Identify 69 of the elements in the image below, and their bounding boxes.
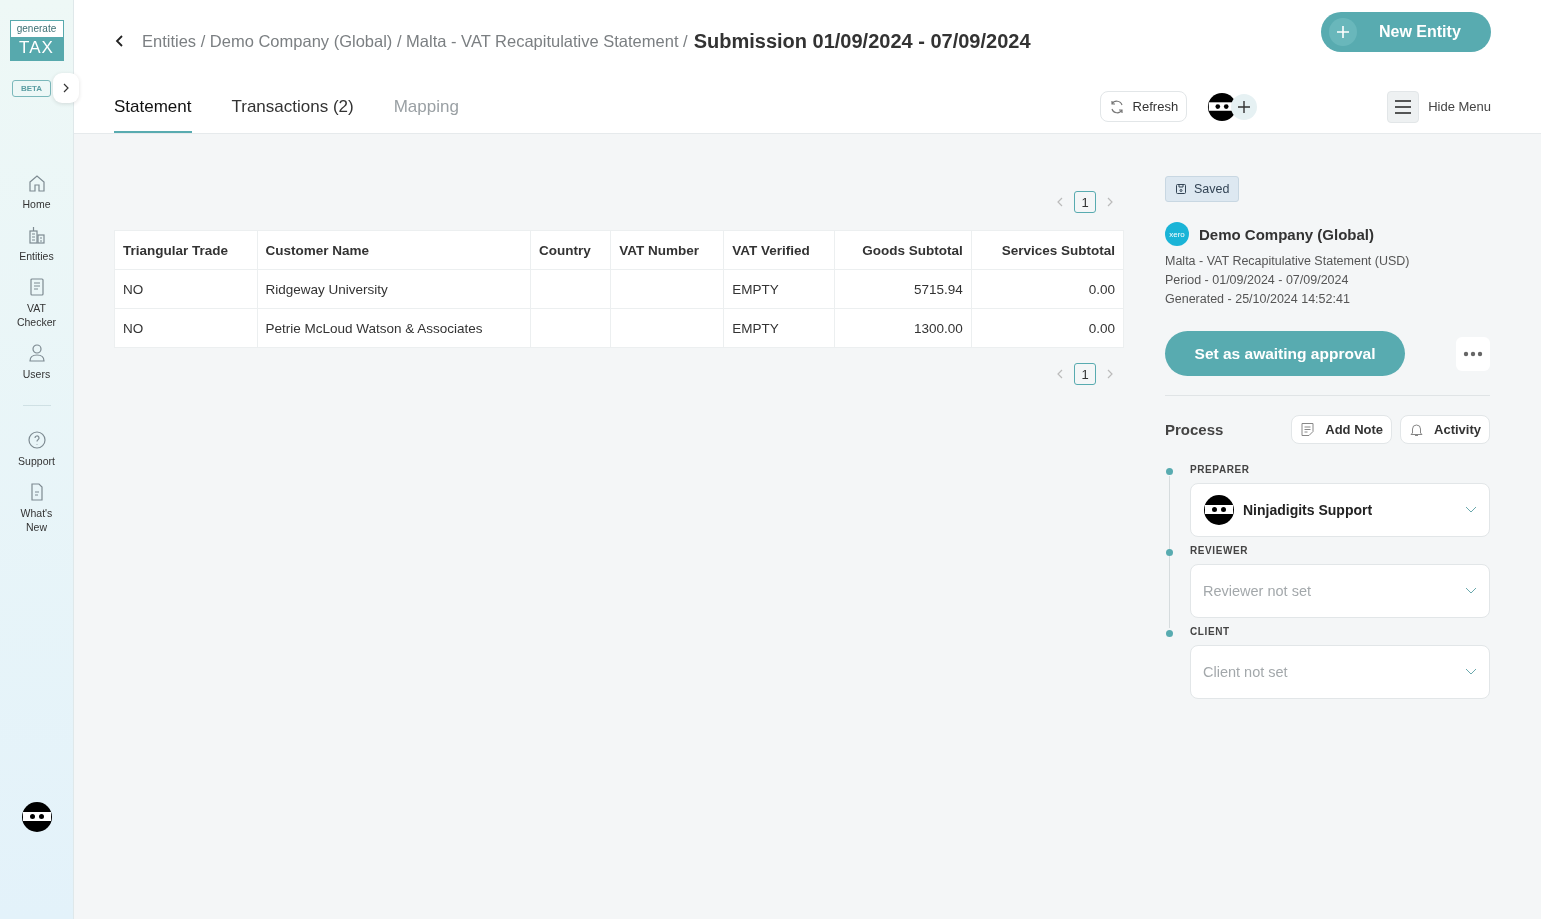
chevron-down-icon (1465, 587, 1477, 595)
select-field[interactable]: Ninjadigits Support (1190, 483, 1490, 537)
tab[interactable]: Transactions (2) (231, 80, 354, 133)
xero-logo: xero (1165, 222, 1189, 246)
column-header: Triangular Trade (114, 230, 257, 270)
note-icon (1300, 422, 1316, 437)
page-button[interactable]: 1 (1074, 191, 1096, 213)
table-cell: NO (123, 320, 144, 336)
hide-menu-button[interactable]: Hide Menu (1387, 90, 1491, 123)
table-cell: EMPTY (732, 320, 779, 336)
timeline-dot (1166, 630, 1173, 637)
saved-badge: Saved (1165, 176, 1240, 202)
refresh-button[interactable]: Refresh (1099, 91, 1188, 122)
table-cell: 0.00 (1088, 320, 1115, 336)
avatar-icon (1203, 494, 1235, 526)
column-header: VAT Number (610, 230, 724, 270)
tab[interactable]: Statement (114, 80, 192, 133)
menu-icon (1395, 99, 1412, 114)
plus-icon (1335, 24, 1351, 40)
process-title: Process (1165, 421, 1224, 438)
detail-text: Malta - VAT Recapitulative Statement (USD) (1165, 253, 1411, 270)
timeline-dot (1166, 468, 1173, 475)
logo-text: TAX (10, 37, 63, 60)
user-icon (26, 343, 47, 363)
table-cell: NO (123, 281, 144, 297)
step-label: CLIENT (1190, 626, 1231, 637)
column-header: Services Subtotal (971, 230, 1124, 270)
chevron-down-icon (1465, 668, 1477, 676)
breadcrumb[interactable]: Entities / Demo Company (Global) / Malta - VAT Recapitulative Statement / (142, 31, 688, 51)
chevron-down-icon (1465, 506, 1477, 514)
help-icon (26, 430, 47, 450)
table-cell: 1300.00 (914, 320, 963, 336)
timeline-dot (1166, 549, 1173, 556)
beta-badge: BETA (11, 79, 52, 97)
sidebar-item[interactable]: Support (1, 430, 72, 468)
home-icon (26, 173, 47, 193)
sidebar-item[interactable]: Entities (1, 225, 72, 263)
table-cell: 5715.94 (914, 281, 963, 297)
page-title: Submission 01/09/2024 - 07/09/2024 (693, 29, 1031, 53)
column-header: Goods Subtotal (834, 230, 972, 270)
detail-text: Period - 01/09/2024 - 07/09/2024 (1165, 272, 1350, 289)
back-button[interactable] (114, 34, 126, 48)
sidebar-item[interactable]: Home (1, 173, 72, 211)
column-header: Country (530, 230, 611, 270)
table-cell: EMPTY (732, 281, 779, 297)
logo-text: generate (16, 22, 57, 36)
company-name: Demo Company (Global) (1199, 225, 1374, 243)
page-button[interactable]: 1 (1074, 363, 1096, 385)
detail-text: Generated - 25/10/2024 14:52:41 (1165, 291, 1351, 308)
step-label: PREPARER (1190, 464, 1251, 475)
step-label: REVIEWER (1190, 545, 1250, 556)
refresh-icon (1108, 98, 1125, 115)
sidebar-item[interactable]: Users (1, 343, 72, 381)
more-icon (1463, 350, 1483, 357)
add-user-button[interactable] (1231, 93, 1258, 120)
table-cell: 0.00 (1088, 281, 1115, 297)
avatar-icon[interactable] (20, 801, 53, 833)
column-header: Customer Name (257, 230, 531, 270)
bell-icon (1409, 422, 1425, 437)
sidebar-item[interactable]: VAT Checker (1, 277, 72, 329)
sidebar-item[interactable]: What's New (1, 482, 72, 534)
buildings-icon (26, 225, 47, 245)
plus-icon (1237, 99, 1252, 114)
table-cell: Ridgeway University (265, 281, 388, 297)
more-button[interactable] (1456, 336, 1490, 371)
activity-button[interactable]: Activity (1400, 415, 1490, 444)
column-header: VAT Verified (723, 230, 835, 270)
add-note-button[interactable]: Add Note (1291, 415, 1393, 444)
table-cell: Petrie McLoud Watson & Associates (265, 320, 483, 336)
